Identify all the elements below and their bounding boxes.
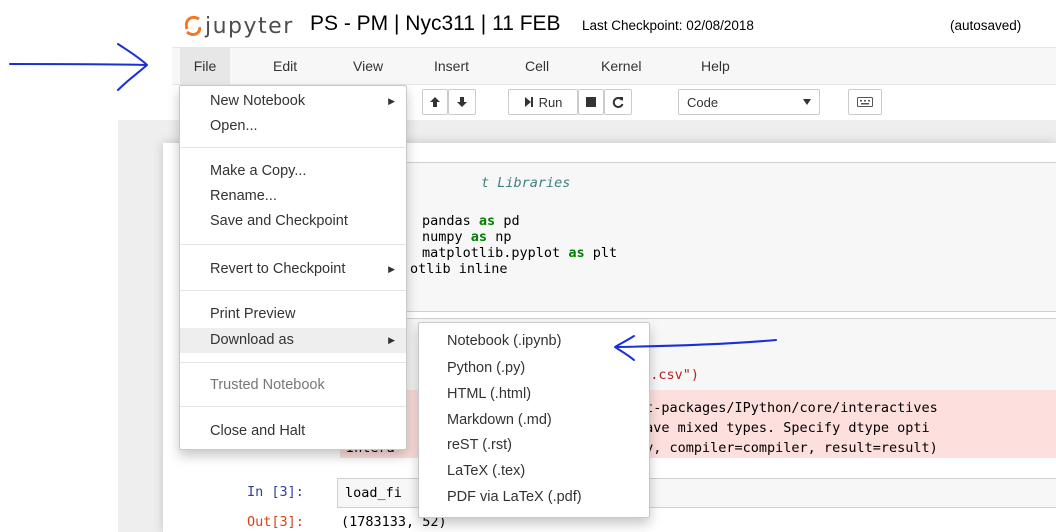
move-down-button[interactable]	[448, 89, 476, 115]
annotation-arrow-file-icon	[9, 43, 148, 91]
menu-item-save-checkpoint[interactable]: Save and Checkpoint	[180, 209, 406, 234]
stop-icon	[586, 97, 596, 107]
chevron-down-icon	[803, 99, 811, 105]
menu-item-open[interactable]: Open...	[180, 114, 406, 139]
stderr-line-3-right: ty, compiler=compiler, result=result)	[637, 440, 938, 456]
code-load-fragment: load_fi	[345, 485, 402, 501]
file-dropdown-menu: New Notebook ▶ Open... Make a Copy... Re…	[179, 85, 407, 450]
submenu-arrow-icon: ▶	[388, 96, 395, 106]
menubar: File Edit View Insert Cell Kernel Help	[172, 47, 1056, 85]
submenu-arrow-icon: ▶	[388, 335, 395, 345]
download-tex[interactable]: LaTeX (.tex)	[419, 459, 649, 483]
cell-type-select[interactable]: Code	[678, 89, 820, 115]
code-line-pandas: pandas as pd	[422, 213, 520, 229]
jupyter-logo-icon	[185, 15, 201, 36]
revert-checkpoint-label: Revert to Checkpoint	[210, 261, 346, 277]
menu-item-print-preview[interactable]: Print Preview	[180, 302, 406, 327]
menu-file[interactable]: File	[180, 48, 230, 84]
run-label: Run	[538, 94, 563, 110]
last-checkpoint-text: Last Checkpoint: 02/08/2018	[582, 18, 754, 33]
stderr-line-2: have mixed types. Specify dtype opti	[637, 420, 930, 436]
menu-help[interactable]: Help	[701, 48, 730, 84]
move-up-button[interactable]	[422, 89, 448, 115]
download-submenu: Notebook (.ipynb) Python (.py) HTML (.ht…	[418, 322, 650, 518]
menu-edit[interactable]: Edit	[273, 48, 297, 84]
restart-button[interactable]	[604, 89, 632, 115]
interrupt-button[interactable]	[578, 89, 604, 115]
menu-item-new-notebook[interactable]: New Notebook ▶	[180, 89, 406, 114]
download-as-label: Download as	[210, 332, 294, 348]
code-line-inline: otlib inline	[410, 261, 508, 277]
in-prompt: In [3]:	[247, 484, 304, 500]
menu-divider	[180, 147, 406, 148]
restart-icon	[612, 97, 624, 108]
jupyter-logo-text: jupyter	[205, 13, 294, 39]
notebook-name[interactable]: PS - PM | Nyc311 | 11 FEB	[310, 12, 561, 36]
menu-divider	[180, 244, 406, 245]
stderr-line-1: st-packages/IPython/core/interactives	[637, 400, 938, 416]
menu-item-rename[interactable]: Rename...	[180, 184, 406, 209]
menu-divider	[180, 290, 406, 291]
command-palette-button[interactable]	[848, 89, 882, 115]
download-md[interactable]: Markdown (.md)	[419, 408, 649, 432]
code-cell-1[interactable]: t Libraries pandas as pd numpy as np mat…	[340, 162, 1056, 312]
menu-view[interactable]: View	[353, 48, 383, 84]
menu-item-revert-checkpoint[interactable]: Revert to Checkpoint ▶	[180, 257, 406, 282]
arrow-up-icon	[430, 97, 440, 107]
download-html[interactable]: HTML (.html)	[419, 382, 649, 406]
code-line-matplotlib: matplotlib.pyplot as plt	[422, 245, 618, 261]
menu-kernel[interactable]: Kernel	[601, 48, 641, 84]
menu-item-download-as[interactable]: Download as ▶	[180, 328, 406, 353]
keyboard-icon	[857, 97, 873, 107]
menu-item-make-copy[interactable]: Make a Copy...	[180, 159, 406, 184]
download-ipynb[interactable]: Notebook (.ipynb)	[419, 329, 649, 353]
code-comment: t Libraries	[481, 175, 571, 191]
menu-cell[interactable]: Cell	[525, 48, 549, 84]
menu-item-close-halt[interactable]: Close and Halt	[180, 419, 406, 444]
download-rst[interactable]: reST (.rst)	[419, 433, 649, 457]
menu-item-trusted-notebook: Trusted Notebook	[210, 377, 325, 393]
arrow-down-icon	[457, 97, 467, 107]
out-prompt: Out[3]:	[247, 514, 304, 530]
jupyter-logo[interactable]: jupyter	[185, 8, 294, 44]
run-button[interactable]: Run	[508, 89, 578, 115]
download-pdf[interactable]: PDF via LaTeX (.pdf)	[419, 485, 649, 509]
menu-divider	[180, 362, 406, 363]
autosave-status: (autosaved)	[950, 18, 1022, 33]
step-forward-icon	[524, 97, 533, 107]
download-py[interactable]: Python (.py)	[419, 356, 649, 380]
new-notebook-label: New Notebook	[210, 93, 306, 109]
menu-divider	[180, 406, 406, 407]
submenu-arrow-icon: ▶	[388, 264, 395, 274]
cell-type-value: Code	[687, 94, 719, 110]
menu-insert[interactable]: Insert	[434, 48, 469, 84]
code-line-numpy: numpy as np	[422, 229, 512, 245]
